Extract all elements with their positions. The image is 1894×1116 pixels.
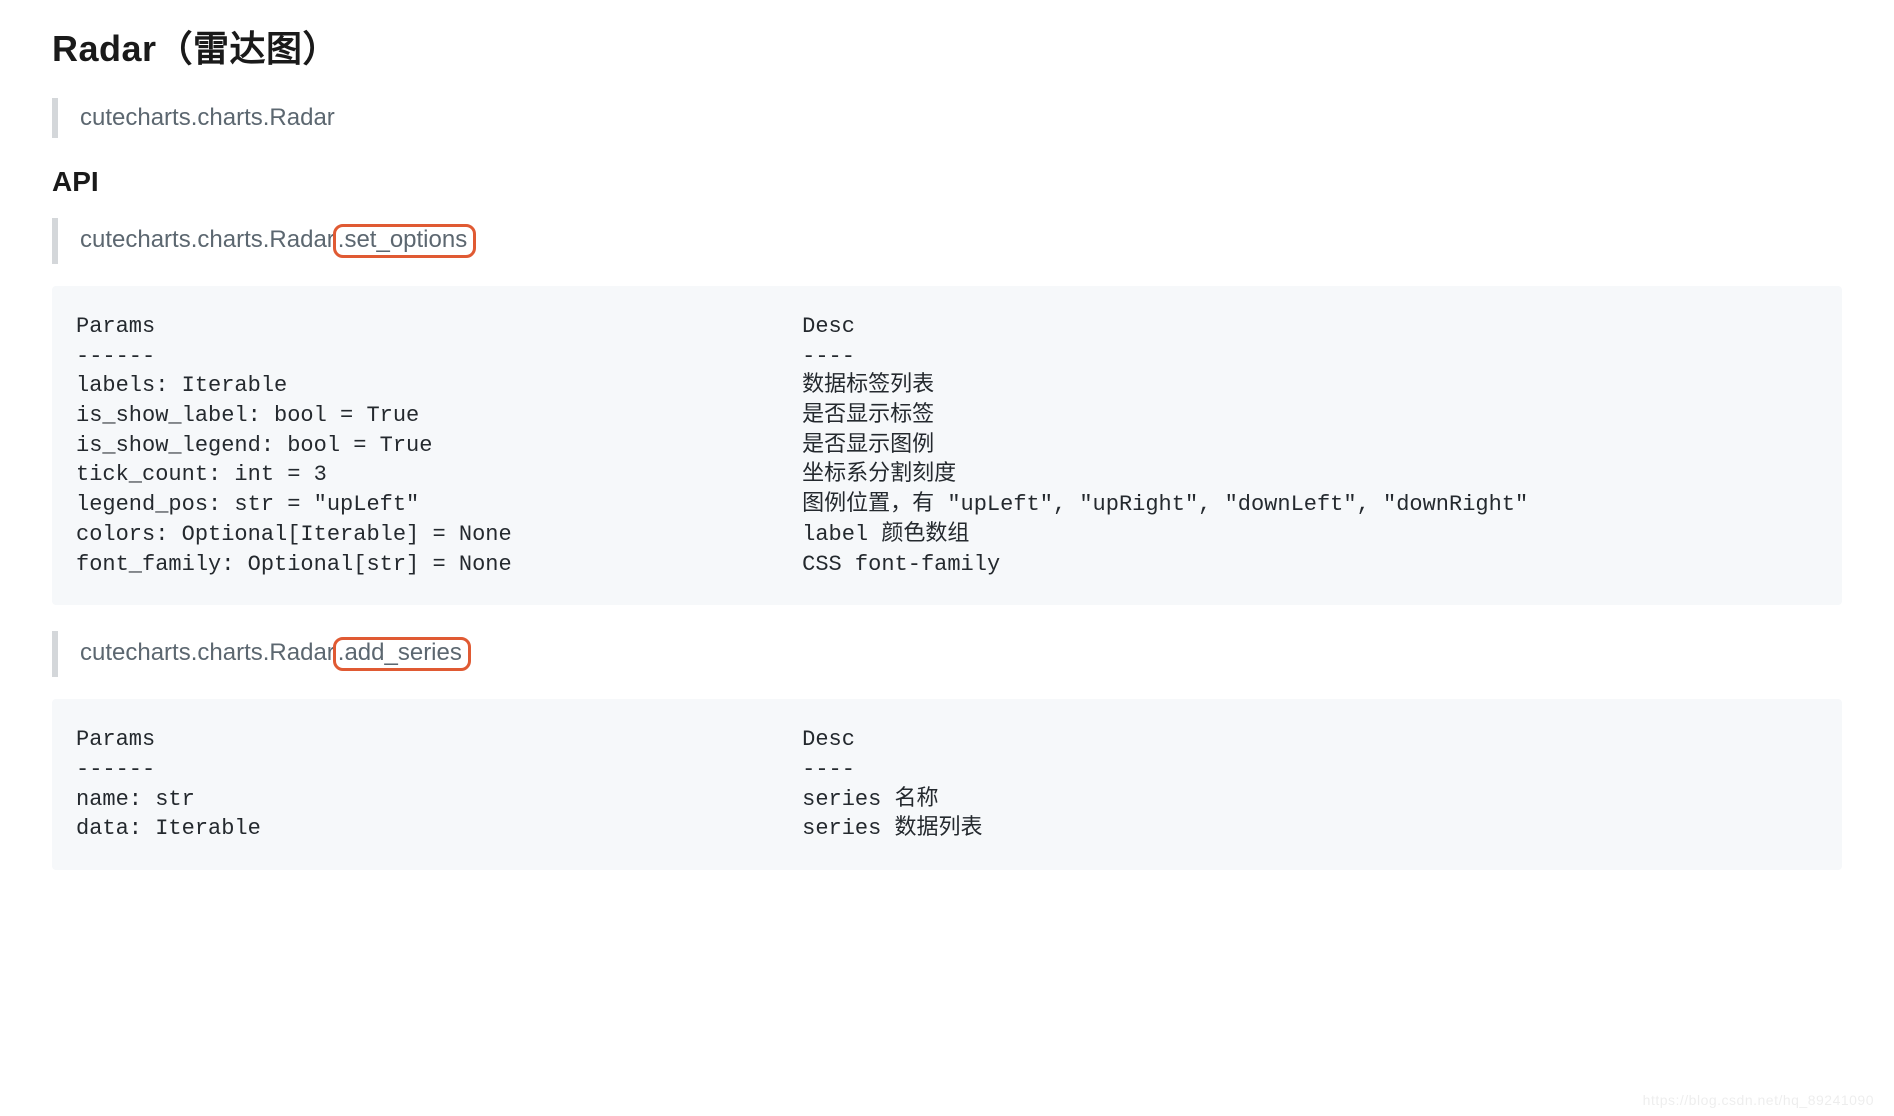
module-path-quote: cutecharts.charts.Radar — [52, 98, 1842, 138]
method-prefix: cutecharts.charts.Radar — [80, 639, 335, 666]
watermark-text: https://blog.csdn.net/hq_89241090 — [1643, 1092, 1874, 1108]
api-heading: API — [52, 166, 1842, 198]
code-block-add-series: Params Desc ------ ---- name: str series… — [52, 699, 1842, 870]
code-block-set-options: Params Desc ------ ---- labels: Iterable… — [52, 286, 1842, 605]
method-quote-set-options: cutecharts.charts.Radar.set_options — [52, 218, 1842, 264]
module-path-text: cutecharts.charts.Radar — [80, 104, 335, 131]
page-title: Radar（雷达图） — [52, 20, 1842, 72]
method-name-highlight: .set_options — [333, 224, 476, 258]
method-name-highlight: .add_series — [333, 637, 471, 671]
method-prefix: cutecharts.charts.Radar — [80, 226, 335, 253]
method-quote-add-series: cutecharts.charts.Radar.add_series — [52, 631, 1842, 677]
